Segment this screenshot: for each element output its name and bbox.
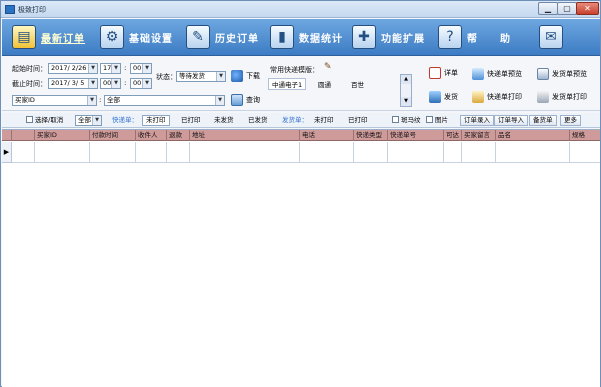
download-button[interactable]: 下载	[231, 70, 260, 82]
detail-doc-icon	[429, 67, 441, 79]
courier-template-label: 常用快递模版：	[270, 66, 319, 74]
template-scrollbar[interactable]: ▲ ▼	[400, 74, 412, 107]
nav-extra[interactable]: ✉	[539, 24, 563, 50]
scroll-up-arrow-icon[interactable]: ▲	[401, 75, 411, 84]
preview-magnifier-icon	[472, 68, 484, 80]
edit-template-icon[interactable]: ✎	[324, 62, 332, 72]
filter-panel: 起始时间： 2017/ 2/26 ▼ 17 ▼ : 00 ▼ 截止时间： 2017/ …	[2, 57, 600, 111]
nav-statistics[interactable]: ▮ 数据统计	[270, 24, 343, 50]
grid-header: 买家ID 付款时间 收件人 退款 地址 电话 快递类型 快递单号 可达 买家留言…	[2, 130, 600, 141]
end-date-picker[interactable]: 2017/ 3/ 5 ▼	[48, 78, 98, 89]
filter-all-select[interactable]: 全部 ▼	[75, 115, 102, 126]
table-row[interactable]	[2, 142, 600, 163]
col-phone[interactable]: 电话	[300, 130, 354, 141]
col-buyer-message[interactable]: 买家留言	[462, 130, 496, 141]
printer-icon	[537, 91, 549, 103]
maximize-button[interactable]: ▢	[557, 2, 577, 15]
courier-printed-filter[interactable]: 已打印	[177, 115, 205, 126]
courier-sheet-label: 快递单：	[112, 116, 138, 124]
scroll-down-arrow-icon[interactable]: ▼	[401, 97, 411, 106]
chat-bubble-icon: ✉	[539, 25, 563, 49]
dispatch-print-button[interactable]: 发货单打印	[537, 91, 587, 103]
window-title: 极致打印	[18, 6, 46, 14]
nav-order-history[interactable]: ✎ 历史订单	[186, 24, 259, 50]
shipped-filter[interactable]: 已发货	[244, 115, 272, 126]
picture-checkbox[interactable]: 图片	[422, 115, 452, 126]
nav-label: 历史订单	[215, 33, 259, 45]
col-reachable[interactable]: 可达	[444, 130, 462, 141]
select-all-checkbox[interactable]: 选择/取消	[22, 115, 67, 126]
col-product-name[interactable]: 品名	[496, 130, 570, 141]
download-icon	[231, 70, 243, 82]
history-notes-icon: ✎	[186, 25, 210, 49]
dispatch-unprinted-filter[interactable]: 未打印	[310, 115, 338, 126]
settings-gear-icon: ⚙	[100, 25, 124, 49]
table-icon	[231, 94, 243, 106]
col-courier-type[interactable]: 快递类型	[354, 130, 388, 141]
nav-basic-settings[interactable]: ⚙ 基础设置	[100, 24, 173, 50]
template-yto[interactable]: 圆通	[314, 78, 335, 90]
order-grid: 买家ID 付款时间 收件人 退款 地址 电话 快递类型 快递单号 可达 买家留言…	[2, 129, 600, 387]
close-button[interactable]: ✕	[576, 2, 599, 15]
preview-doc-icon	[537, 68, 549, 80]
order-toolbar: 选择/取消 全部 ▼ 快递单： 未打印 已打印 未发货 已发货 发货单： 未打印 …	[2, 113, 600, 128]
order-import-button[interactable]: 订单导入	[494, 115, 528, 126]
start-date-picker[interactable]: 2017/ 2/26 ▼	[48, 63, 98, 74]
col-refund[interactable]: 退款	[167, 130, 190, 141]
app-icon	[5, 5, 15, 14]
end-hour-select[interactable]: 00 ▼	[100, 78, 121, 89]
more-button[interactable]: 更多	[560, 115, 581, 126]
extension-icon: ✚	[352, 25, 376, 49]
nav-label: 数据统计	[299, 33, 343, 45]
col-address[interactable]: 地址	[190, 130, 300, 141]
status-select[interactable]: 等待发货 ▼	[176, 71, 226, 82]
col-buyer-id[interactable]: 买家ID	[35, 130, 90, 141]
template-zto-e1[interactable]: 中通电子1	[268, 78, 307, 90]
buyer-search-input[interactable]: 全部 ▼	[104, 95, 225, 106]
printer-icon	[472, 91, 484, 103]
title-bar: 极致打印 ▁ ▢ ✕	[1, 1, 600, 18]
main-window: 极致打印 ▁ ▢ ✕ ▤ 最新订单 ⚙ 基础设置 ✎ 历史订单 ▮ 数据统计 ✚…	[0, 0, 601, 387]
status-label: 状态：	[156, 73, 177, 81]
query-button[interactable]: 查询	[231, 94, 260, 106]
start-hour-select[interactable]: 17 ▼	[100, 63, 121, 74]
start-minute-select[interactable]: 00 ▼	[130, 63, 152, 74]
dispatch-printed-filter[interactable]: 已打印	[344, 115, 372, 126]
courier-unprinted-filter[interactable]: 未打印	[142, 115, 170, 126]
courier-print-button[interactable]: 快递单打印	[472, 91, 522, 103]
nav-label: 功能扩展	[381, 33, 425, 45]
order-entry-button[interactable]: 订单录入	[460, 115, 494, 126]
nav-label: 基础设置	[129, 33, 173, 45]
ship-button[interactable]: 发货	[429, 91, 458, 103]
backup-sheet-button[interactable]: 备货单	[529, 115, 557, 126]
nav-latest-orders[interactable]: ▤ 最新订单	[12, 24, 85, 50]
minimize-button[interactable]: ▁	[538, 2, 558, 15]
zebra-stripe-checkbox[interactable]: 斑马纹	[388, 115, 425, 126]
bar-chart-icon: ▮	[270, 25, 294, 49]
unshipped-filter[interactable]: 未发货	[210, 115, 238, 126]
col-pay-time[interactable]: 付款时间	[90, 130, 136, 141]
col-spec[interactable]: 规格	[570, 130, 600, 141]
col-tracking-no[interactable]: 快递单号	[388, 130, 444, 141]
dispatch-preview-button[interactable]: 发货单预览	[537, 68, 587, 80]
main-nav: ▤ 最新订单 ⚙ 基础设置 ✎ 历史订单 ▮ 数据统计 ✚ 功能扩展 ? 帮 助…	[2, 19, 600, 56]
nav-label: 最新订单	[41, 33, 85, 45]
nav-extensions[interactable]: ✚ 功能扩展	[352, 24, 425, 50]
template-best[interactable]: 百世	[347, 78, 368, 90]
nav-help[interactable]: ? 帮 助	[438, 24, 511, 50]
buyer-id-select[interactable]: 买家ID ▼	[12, 95, 97, 106]
ship-box-icon	[429, 91, 441, 103]
dispatch-sheet-label: 发货单：	[282, 116, 308, 124]
end-minute-select[interactable]: 00 ▼	[130, 78, 152, 89]
help-icon: ?	[438, 25, 462, 49]
end-time-label: 截止时间：	[12, 80, 47, 88]
courier-preview-button[interactable]: 快递单预览	[472, 68, 522, 80]
nav-label: 帮 助	[467, 33, 511, 45]
col-recipient[interactable]: 收件人	[136, 130, 167, 141]
start-time-label: 起始时间：	[12, 65, 47, 73]
new-order-icon: ▤	[12, 25, 36, 49]
detail-button[interactable]: 详单	[429, 67, 458, 79]
